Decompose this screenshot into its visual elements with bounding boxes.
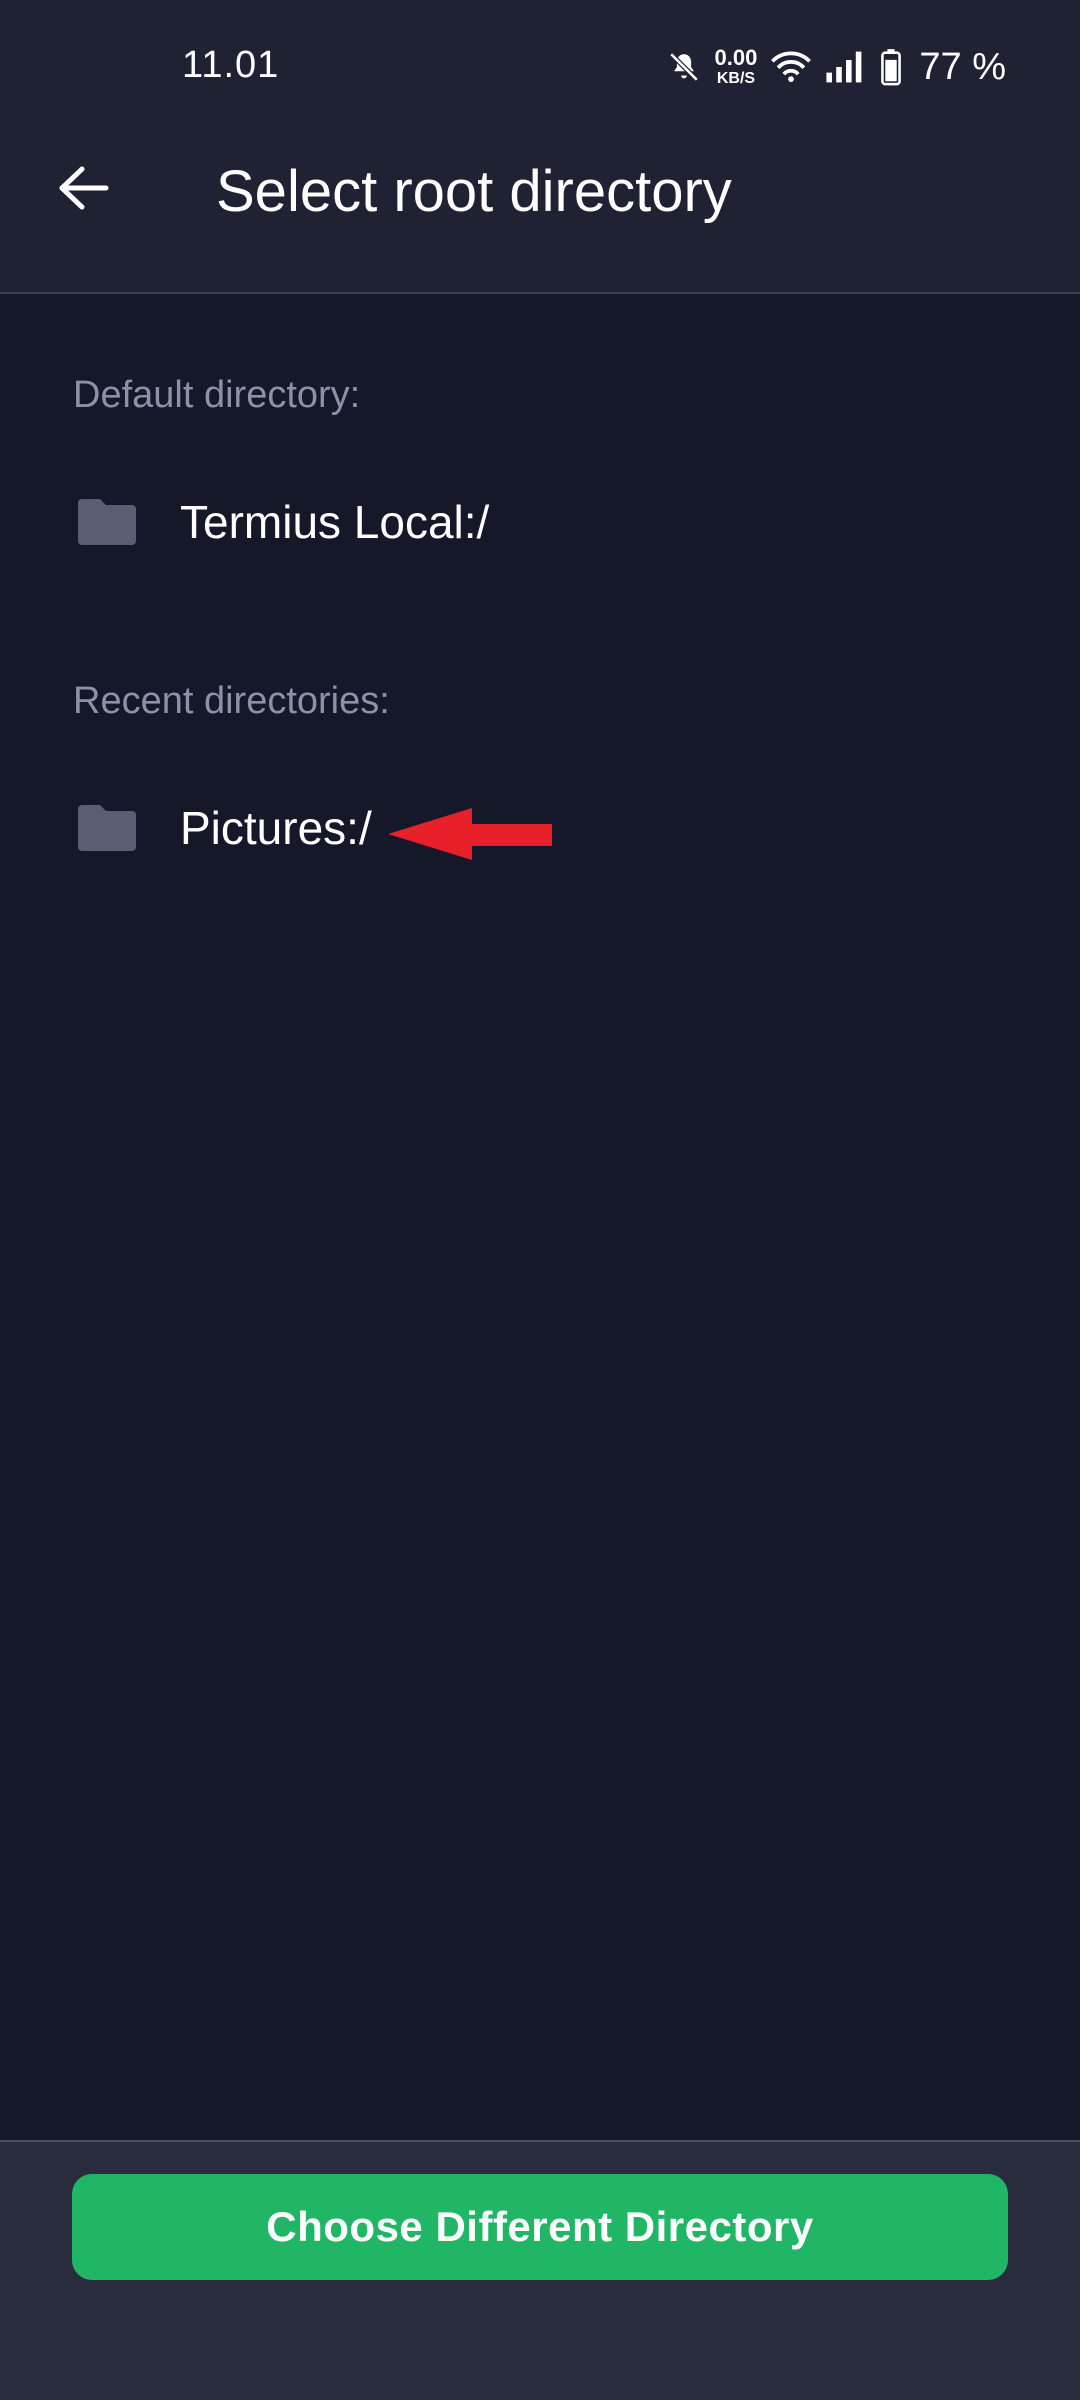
red-arrow-annotation-icon (388, 806, 552, 867)
wifi-icon (771, 50, 812, 84)
back-button[interactable] (44, 150, 124, 230)
net-speed: 0.00 KB/S (715, 47, 758, 87)
page-title: Select root directory (216, 159, 732, 224)
default-directory-name: Termius Local:/ (180, 496, 490, 548)
back-arrow-icon (58, 165, 110, 216)
default-directory-label: Default directory: (73, 374, 361, 416)
recent-directory-name: Pictures:/ (180, 802, 372, 854)
folder-icon (76, 803, 138, 853)
status-bar: 11.01 0.00 KB/S 77 % (0, 0, 1080, 140)
battery-icon (881, 48, 902, 86)
app-bar: Select root directory (0, 120, 1080, 270)
signal-icon (825, 50, 867, 84)
bottom-bar: Choose Different Directory (0, 2140, 1080, 2400)
directory-list: Default directory: Termius Local:/ Recen… (0, 294, 1080, 2140)
default-directory-item[interactable]: Termius Local:/ (40, 462, 1040, 582)
bell-muted-icon (667, 50, 701, 84)
recent-directories-label: Recent directories: (73, 680, 390, 722)
net-speed-unit: KB/S (716, 70, 756, 87)
folder-icon (76, 497, 138, 547)
choose-different-directory-button[interactable]: Choose Different Directory (72, 2174, 1008, 2280)
top-bar: 11.01 0.00 KB/S 77 % Select root directo… (0, 0, 1080, 294)
net-speed-value: 0.00 (714, 45, 758, 70)
status-time: 11.01 (182, 44, 280, 86)
status-icons: 0.00 KB/S 77 % (667, 42, 1006, 92)
battery-percent: 77 % (919, 45, 1006, 88)
